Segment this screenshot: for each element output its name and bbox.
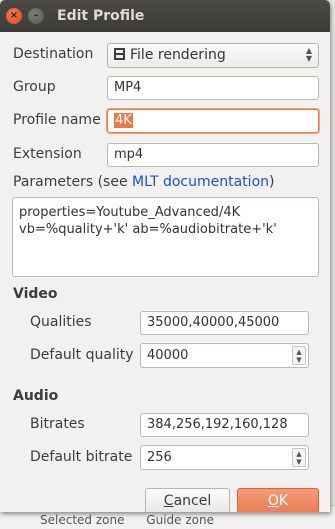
mlt-documentation-link[interactable]: MLT documentation [132,174,269,190]
profile-name-label: Profile name [13,112,101,128]
qualities-input[interactable]: 35000,40000,45000 [140,311,309,335]
parameters-textarea[interactable]: properties=Youtube_Advanced/4K vb=%quali… [12,197,319,277]
cancel-button[interactable]: Cancel [145,488,230,512]
parameters-line-2: vb=%quality+'k' ab=%audiobitrate+'k' [19,222,277,237]
close-icon[interactable]: × [6,8,22,24]
default-quality-value: 40000 [147,348,189,363]
spin-arrows-icon[interactable]: ▲ ▼ [292,448,306,467]
window-title: Edit Profile [57,8,145,24]
ok-mnemonic: O [267,493,279,509]
qualities-label: Qualities [30,314,92,330]
parameters-label-prefix: Parameters (see [13,174,133,190]
group-label: Group [13,79,56,95]
default-bitrate-spinbox[interactable]: 256 ▲ ▼ [140,445,309,470]
edit-profile-dialog: × – Edit Profile Destination File render… [0,0,330,512]
extension-input[interactable]: mp4 [107,143,319,167]
default-quality-spinbox[interactable]: 40000 ▲ ▼ [140,343,309,368]
destination-value: File rendering [130,47,226,63]
audio-section-title: Audio [13,388,59,404]
background-item-selected-zone: Selected zone [40,513,125,527]
destination-label: Destination [13,46,94,62]
group-input[interactable]: MP4 [107,76,319,100]
parameters-line-1: properties=Youtube_Advanced/4K [19,205,241,220]
updown-icon: ▲ ▼ [305,46,312,63]
default-bitrate-label: Default bitrate [30,449,133,465]
cancel-mnemonic: C [163,493,174,509]
spin-arrows-icon[interactable]: ▲ ▼ [292,346,306,365]
ok-label: K [278,493,289,509]
parameters-label-suffix: ) [269,174,275,190]
bitrates-input[interactable]: 384,256,192,160,128 [140,413,309,437]
bitrates-label: Bitrates [30,416,85,432]
video-section-title: Video [13,286,58,302]
cancel-label: ancel [173,493,212,509]
profile-name-input[interactable]: 4K [107,109,319,133]
default-quality-label: Default quality [30,347,134,363]
destination-combo[interactable]: File rendering ▲ ▼ [107,43,319,68]
default-bitrate-value: 256 [147,450,172,465]
background-item-guide-zone: Guide zone [146,513,214,527]
ok-button[interactable]: OK [237,488,319,512]
film-icon [114,48,125,60]
title-bar: × – Edit Profile [0,0,330,32]
parameters-label: Parameters (see MLT documentation) [13,174,274,190]
profile-name-selected-text: 4K [114,113,133,128]
extension-label: Extension [13,146,82,162]
minimize-icon[interactable]: – [28,8,44,24]
